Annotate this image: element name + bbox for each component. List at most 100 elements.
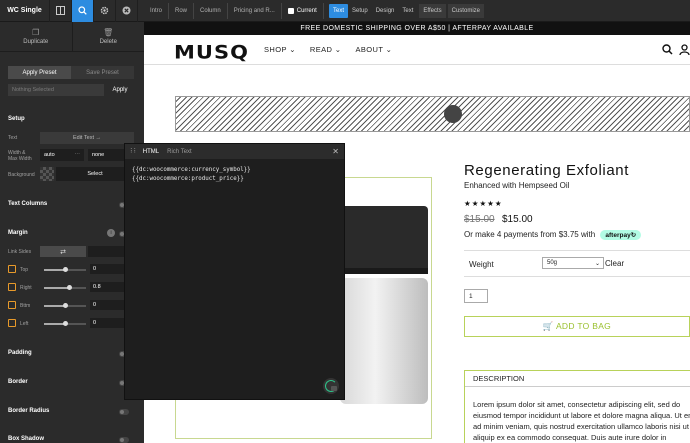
tab-setup[interactable]: Setup — [348, 4, 372, 18]
hero-placeholder — [175, 96, 690, 132]
user-icon[interactable] — [679, 44, 690, 55]
margin-top-icon — [8, 265, 16, 273]
add-to-bag-button[interactable]: 🛒 ADD TO BAG — [464, 316, 690, 337]
box-shadow-toggle[interactable] — [119, 437, 129, 443]
box-shadow-section-title: Box Shadow — [8, 436, 45, 442]
weight-select[interactable]: 50g ⌄ — [542, 257, 604, 269]
duplicate-button[interactable]: ❐ Duplicate — [0, 22, 72, 51]
afterpay-message: Or make 4 payments from $3.75 with after… — [464, 230, 642, 240]
margin-right-input[interactable]: 0.8 — [90, 282, 124, 292]
slider-handle[interactable] — [63, 267, 68, 272]
nav-read[interactable]: READ ⌄ — [310, 45, 342, 54]
shipping-banner: FREE DOMESTIC SHIPPING OVER A$50 | AFTER… — [144, 22, 690, 35]
margin-left-slider[interactable] — [44, 321, 86, 326]
tab-customize[interactable]: Customize — [447, 4, 484, 18]
max-width-label: Max Width — [8, 156, 32, 162]
margin-left-icon — [8, 319, 16, 327]
weight-label: Weight — [469, 260, 494, 269]
afterpay-badge[interactable]: afterpay↻ — [600, 230, 642, 240]
module-title: WC Single — [0, 0, 50, 22]
slider-handle[interactable] — [63, 303, 68, 308]
delete-button[interactable]: 🗑 Delete — [71, 22, 145, 51]
info-icon[interactable]: i — [107, 229, 115, 237]
apply-preset-tab[interactable]: Apply Preset — [8, 66, 71, 79]
chevron-down-icon: ⌄ — [594, 261, 600, 267]
margin-bottom-icon — [8, 301, 16, 309]
element-icon — [287, 8, 294, 14]
breadcrumb-column[interactable]: Column — [194, 3, 228, 19]
breadcrumb-current[interactable]: Current — [282, 3, 324, 19]
close-icon[interactable]: ✕ — [332, 147, 339, 156]
background-label: Background — [8, 172, 35, 178]
background-select-button[interactable]: Select — [56, 167, 134, 181]
trash-icon: 🗑 — [103, 28, 114, 37]
breadcrumb-pricing[interactable]: Pricing and R... — [228, 3, 282, 19]
margin-top-slider[interactable] — [44, 267, 86, 272]
variation-row: Weight 50g ⌄ Clear — [464, 250, 690, 277]
site-logo[interactable]: MUSQ — [174, 41, 249, 63]
transparent-swatch[interactable] — [40, 167, 54, 181]
apply-button[interactable]: Apply — [106, 84, 134, 96]
slider-handle[interactable] — [63, 321, 68, 326]
preset-tabs: Apply Preset Save Preset — [8, 66, 134, 79]
app-root: WC Single Intro Row Column Pricing and R… — [0, 0, 690, 443]
text-label: Text — [8, 135, 18, 141]
placeholder-icon — [444, 105, 462, 123]
margin-right-icon — [8, 283, 16, 291]
close-builder-button[interactable] — [116, 0, 138, 22]
border-radius-toggle[interactable] — [119, 409, 129, 415]
tab-description[interactable]: DESCRIPTION — [465, 371, 690, 387]
tab-design[interactable]: Design — [372, 4, 399, 18]
breadcrumb-intro[interactable]: Intro — [144, 3, 170, 19]
margin-top-input[interactable]: 0 — [90, 264, 124, 274]
margin-right-label: Right — [20, 285, 32, 291]
preset-select[interactable]: Nothing Selected — [8, 84, 104, 96]
tab-text[interactable]: Text — [398, 4, 417, 18]
settings-button[interactable] — [94, 0, 116, 22]
search-button[interactable] — [72, 0, 94, 22]
product-jar-image — [340, 206, 428, 404]
save-preset-tab[interactable]: Save Preset — [71, 66, 134, 79]
margin-bottom-slider[interactable] — [44, 303, 86, 308]
edit-text-button[interactable]: Edit Text → — [40, 132, 134, 144]
margin-left-input[interactable]: 0 — [90, 318, 124, 328]
nav-shop[interactable]: SHOP ⌄ — [264, 45, 296, 54]
modal-header[interactable]: ⠇⠇ HTML Rich Text ✕ — [125, 144, 344, 159]
element-actions: ❐ Duplicate 🗑 Delete — [0, 22, 144, 52]
text-columns-title: Text Columns — [8, 201, 48, 207]
quantity-input[interactable]: 1 — [464, 289, 488, 303]
tab-text-element[interactable]: Text — [329, 4, 349, 18]
layout-toggle-button[interactable] — [50, 0, 72, 22]
width-input[interactable]: auto ⋯ — [40, 149, 84, 161]
site-header: MUSQ SHOP ⌄ READ ⌄ ABOUT ⌄ — [144, 35, 690, 65]
search-icon[interactable] — [662, 44, 673, 55]
link-sides-on-button[interactable]: ⇄ — [40, 246, 86, 257]
breadcrumb-row[interactable]: Row — [169, 3, 195, 19]
drag-handle-icon[interactable]: ⠇⠇ — [130, 148, 138, 155]
margin-top-label: Top — [20, 267, 29, 273]
clear-variation-link[interactable]: Clear — [605, 259, 624, 268]
code-line: {{dc:woocommerce:currency_symbol}} — [132, 167, 251, 173]
border-radius-section-title: Border Radius — [8, 408, 50, 414]
setup-section-title: Setup — [8, 116, 25, 122]
code-editor[interactable]: {{dc:woocommerce:currency_symbol}} {{dc:w… — [132, 166, 251, 184]
tab-effects[interactable]: Effects — [419, 4, 446, 18]
description-text: Lorem ipsum dolor sit amet, consectetur … — [473, 400, 690, 442]
search-icon — [78, 6, 87, 15]
padding-section-title: Padding — [8, 350, 32, 356]
save-status-icon[interactable] — [323, 378, 339, 394]
nav-about[interactable]: ABOUT ⌄ — [356, 45, 393, 54]
width-value: auto — [44, 152, 55, 158]
margin-bottom-input[interactable]: 0 — [90, 300, 124, 310]
border-section-title: Border — [8, 379, 28, 385]
rating-stars[interactable]: ★★★★★ — [464, 199, 503, 208]
description-panel: DESCRIPTION Lorem ipsum dolor sit amet, … — [464, 370, 690, 443]
margin-right-slider[interactable] — [44, 285, 86, 290]
link-sides-label: Link Sides — [8, 249, 32, 255]
slider-handle[interactable] — [67, 285, 73, 290]
link-icon: ⇄ — [60, 248, 66, 256]
tab-rich-text[interactable]: Rich Text — [167, 149, 192, 155]
tab-html[interactable]: HTML — [143, 149, 159, 155]
text-editor-modal: ⠇⠇ HTML Rich Text ✕ {{dc:woocommerce:cur… — [124, 143, 345, 400]
product-subtitle: Enhanced with Hempseed Oil — [464, 181, 570, 190]
